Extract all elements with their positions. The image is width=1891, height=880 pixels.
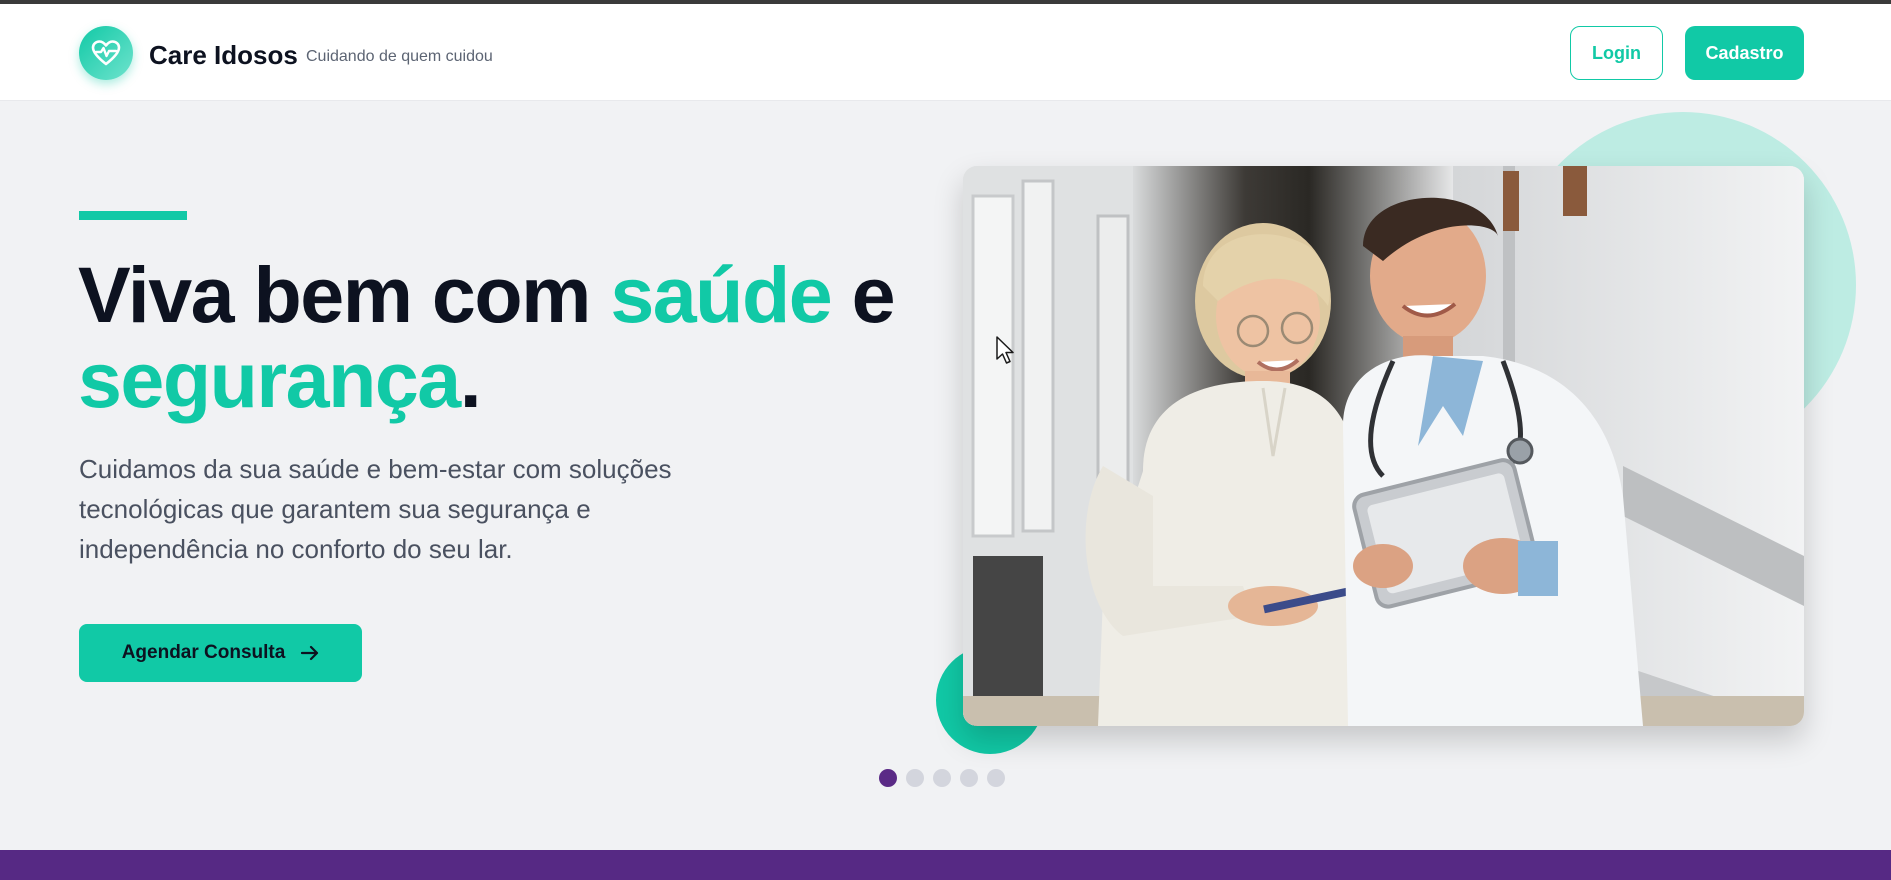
carousel-dot-2[interactable] <box>906 769 924 787</box>
schedule-appointment-label: Agendar Consulta <box>121 642 286 663</box>
hero-title-part2: e <box>831 250 896 339</box>
accent-bar <box>79 211 187 220</box>
hero-title: Viva bem com saúde e segurança. <box>78 252 938 422</box>
hero-title-end: . <box>459 335 482 424</box>
heart-pulse-icon <box>91 40 121 66</box>
signup-button[interactable]: Cadastro <box>1685 26 1804 80</box>
brand-tagline: Cuidando de quem cuidou <box>306 48 493 65</box>
site-header: Care Idosos Cuidando de quem cuidou Logi… <box>0 4 1891 101</box>
hero-title-part1: Viva bem com <box>78 250 611 339</box>
carousel-dot-3[interactable] <box>933 769 951 787</box>
hero-description: Cuidamos da sua saúde e bem-estar com so… <box>79 454 672 564</box>
schedule-appointment-button[interactable]: Agendar Consulta <box>79 624 362 682</box>
brand-name[interactable]: Care Idosos <box>149 40 298 71</box>
hero-image <box>963 166 1804 726</box>
hero-title-highlight-safety: segurança <box>78 335 461 424</box>
mouse-cursor-icon <box>996 336 1014 364</box>
carousel-dot-4[interactable] <box>960 769 978 787</box>
logo[interactable] <box>79 26 133 80</box>
login-button[interactable]: Login <box>1570 26 1663 80</box>
doctor-elderly-photo <box>963 166 1804 726</box>
carousel-dot-1[interactable] <box>879 769 897 787</box>
arrow-right-icon <box>301 645 319 661</box>
hero-title-highlight-health: saúde <box>610 250 832 339</box>
carousel-dot-5[interactable] <box>987 769 1005 787</box>
section-divider-band <box>0 850 1891 880</box>
carousel-indicators <box>879 769 1005 787</box>
